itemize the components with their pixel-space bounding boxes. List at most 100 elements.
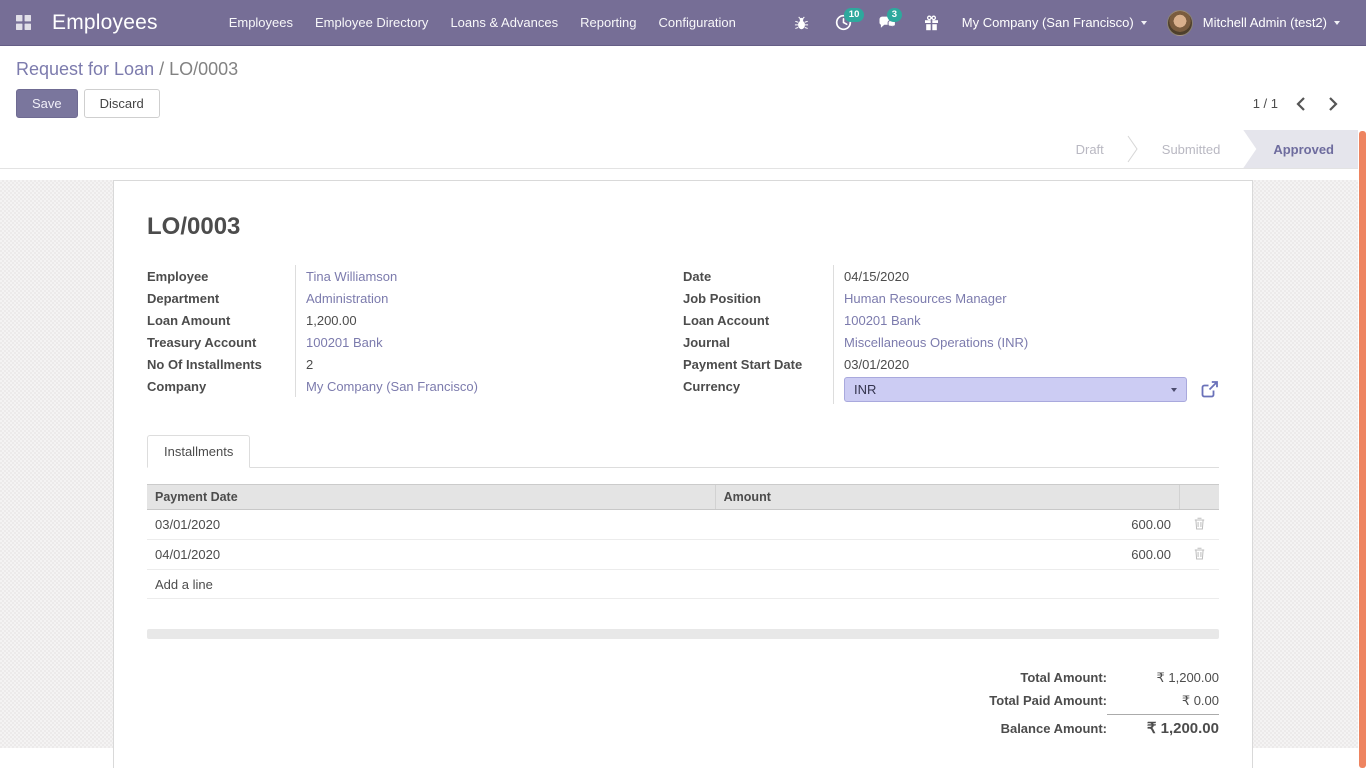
table-header-row: Payment Date Amount bbox=[147, 485, 1219, 510]
field-company: Company My Company (San Francisco) bbox=[147, 375, 665, 397]
add-a-line-button[interactable]: Add a line bbox=[147, 570, 1219, 599]
field-value-link[interactable]: Human Resources Manager bbox=[844, 291, 1007, 306]
total-paid-amount-label: Total Paid Amount: bbox=[989, 689, 1107, 711]
activities-badge: 10 bbox=[844, 8, 865, 22]
notebook-tabs: Installments bbox=[147, 435, 1219, 468]
chevron-down-icon bbox=[1141, 21, 1147, 25]
user-menu[interactable]: Mitchell Admin (test2) bbox=[1157, 0, 1350, 46]
app-brand[interactable]: Employees bbox=[52, 11, 158, 35]
external-link-icon bbox=[1200, 380, 1219, 399]
field-value[interactable]: 1,200.00 bbox=[306, 313, 357, 328]
field-group: Employee Tina Williamson Department Admi… bbox=[147, 265, 1219, 404]
total-paid-amount-value: ₹ 0.00 bbox=[1107, 689, 1219, 712]
breadcrumb: Request for Loan / LO/0003 bbox=[16, 59, 1350, 80]
status-step-draft[interactable]: Draft bbox=[1053, 130, 1127, 168]
field-label: Department bbox=[147, 287, 295, 309]
cell-amount[interactable]: 600.00 bbox=[715, 540, 1179, 570]
cell-payment-date[interactable]: 04/01/2020 bbox=[147, 540, 715, 570]
main-menu: Employees Employee Directory Loans & Adv… bbox=[218, 0, 747, 46]
debug-button[interactable] bbox=[781, 0, 822, 46]
totals-block: Total Amount: ₹ 1,200.00 Total Paid Amou… bbox=[147, 666, 1219, 741]
delete-row-button[interactable] bbox=[1179, 510, 1219, 540]
delete-row-button[interactable] bbox=[1179, 540, 1219, 570]
field-label: Loan Account bbox=[683, 309, 833, 331]
column-payment-date[interactable]: Payment Date bbox=[147, 485, 715, 510]
field-value[interactable]: 03/01/2020 bbox=[844, 357, 909, 372]
chevron-left-icon bbox=[1296, 96, 1306, 112]
activities-button[interactable]: 10 bbox=[822, 0, 865, 46]
pager: 1 / 1 bbox=[1253, 94, 1350, 114]
balance-amount-value: ₹ 1,200.00 bbox=[1107, 714, 1219, 741]
company-switcher[interactable]: My Company (San Francisco) bbox=[952, 0, 1157, 46]
field-value-link[interactable]: Miscellaneous Operations (INR) bbox=[844, 335, 1028, 350]
currency-select[interactable]: INR bbox=[844, 377, 1187, 402]
avatar bbox=[1167, 10, 1193, 36]
add-line-row: Add a line bbox=[147, 570, 1219, 599]
top-navbar: Employees Employees Employee Directory L… bbox=[0, 0, 1366, 46]
balance-amount-label: Balance Amount: bbox=[1001, 716, 1107, 740]
apps-grid-icon[interactable] bbox=[8, 8, 38, 38]
field-treasury-account: Treasury Account 100201 Bank bbox=[147, 331, 665, 353]
save-button[interactable]: Save bbox=[16, 89, 78, 118]
field-value[interactable]: 04/15/2020 bbox=[844, 269, 909, 284]
pager-next-button[interactable] bbox=[1324, 94, 1342, 114]
field-label: No Of Installments bbox=[147, 353, 295, 375]
field-value-link[interactable]: 100201 Bank bbox=[306, 335, 383, 350]
menu-reporting[interactable]: Reporting bbox=[569, 0, 647, 46]
bug-icon bbox=[794, 15, 809, 31]
field-group-left: Employee Tina Williamson Department Admi… bbox=[147, 265, 683, 404]
messages-button[interactable]: 3 bbox=[865, 0, 911, 46]
menu-configuration[interactable]: Configuration bbox=[648, 0, 747, 46]
field-payment-start-date: Payment Start Date 03/01/2020 bbox=[683, 353, 1219, 375]
statusbar-arrow-icon bbox=[1127, 130, 1139, 168]
record-title: LO/0003 bbox=[147, 213, 1219, 241]
breadcrumb-current: LO/0003 bbox=[169, 59, 238, 79]
gift-icon bbox=[924, 15, 939, 31]
trash-icon bbox=[1194, 547, 1205, 560]
menu-employees[interactable]: Employees bbox=[218, 0, 304, 46]
field-label: Employee bbox=[147, 265, 295, 287]
table-row[interactable]: 03/01/2020 600.00 bbox=[147, 510, 1219, 540]
total-amount-value: ₹ 1,200.00 bbox=[1107, 666, 1219, 689]
total-amount-label: Total Amount: bbox=[1020, 666, 1107, 688]
installments-table: Payment Date Amount 03/01/2020 600.00 bbox=[147, 484, 1219, 599]
table-horizontal-scrollbar[interactable] bbox=[147, 629, 1219, 639]
open-record-button[interactable] bbox=[1200, 380, 1219, 399]
breadcrumb-parent-link[interactable]: Request for Loan bbox=[16, 59, 154, 79]
field-department: Department Administration bbox=[147, 287, 665, 309]
statusbar: Draft Submitted Approved bbox=[0, 130, 1366, 169]
control-panel-buttons-row: Save Discard 1 / 1 bbox=[16, 89, 1350, 118]
announcement-button[interactable] bbox=[911, 0, 952, 46]
currency-selected-value: INR bbox=[854, 382, 876, 397]
cell-amount[interactable]: 600.00 bbox=[715, 510, 1179, 540]
scrollbar-thumb[interactable] bbox=[1359, 131, 1366, 768]
field-value-link[interactable]: 100201 Bank bbox=[844, 313, 921, 328]
column-amount[interactable]: Amount bbox=[715, 485, 1179, 510]
field-label: Date bbox=[683, 265, 833, 287]
field-value[interactable]: 2 bbox=[306, 357, 313, 372]
control-panel: Request for Loan / LO/0003 Save Discard … bbox=[0, 46, 1366, 130]
field-loan-amount: Loan Amount 1,200.00 bbox=[147, 309, 665, 331]
menu-employee-directory[interactable]: Employee Directory bbox=[304, 0, 439, 46]
company-name: My Company (San Francisco) bbox=[962, 15, 1134, 30]
grid-icon bbox=[16, 15, 31, 30]
field-label: Currency bbox=[683, 375, 833, 404]
field-value-link[interactable]: Tina Williamson bbox=[306, 269, 397, 284]
form-view-background: LO/0003 Employee Tina Williamson Departm… bbox=[0, 180, 1366, 748]
field-value-link[interactable]: My Company (San Francisco) bbox=[306, 379, 478, 394]
status-step-approved[interactable]: Approved bbox=[1243, 130, 1358, 168]
menu-loans-advances[interactable]: Loans & Advances bbox=[439, 0, 569, 46]
breadcrumb-separator: / bbox=[159, 59, 169, 79]
status-step-submitted[interactable]: Submitted bbox=[1139, 130, 1244, 168]
discard-button[interactable]: Discard bbox=[84, 89, 160, 118]
column-actions bbox=[1179, 485, 1219, 510]
pager-previous-button[interactable] bbox=[1292, 94, 1310, 114]
table-row[interactable]: 04/01/2020 600.00 bbox=[147, 540, 1219, 570]
field-label: Treasury Account bbox=[147, 331, 295, 353]
field-value-link[interactable]: Administration bbox=[306, 291, 388, 306]
field-journal: Journal Miscellaneous Operations (INR) bbox=[683, 331, 1219, 353]
balance-amount-row: Balance Amount: ₹ 1,200.00 bbox=[1001, 712, 1219, 741]
field-label: Job Position bbox=[683, 287, 833, 309]
tab-installments[interactable]: Installments bbox=[147, 435, 250, 468]
cell-payment-date[interactable]: 03/01/2020 bbox=[147, 510, 715, 540]
